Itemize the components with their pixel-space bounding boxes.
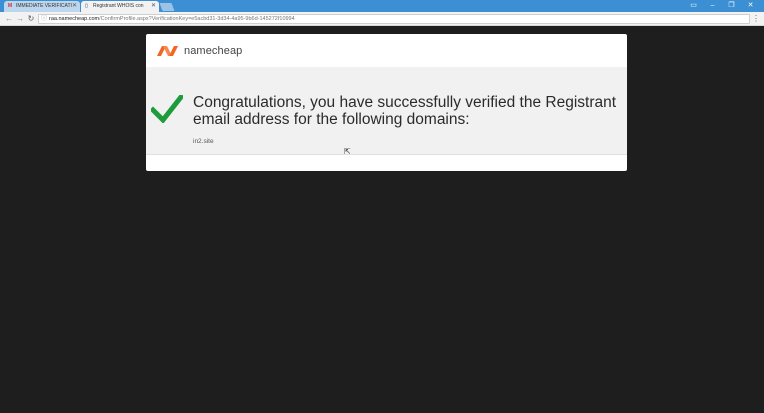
browser-toolbar: ← → ↻ ⓘ raa.namecheap.com/ConfirmProfile.… [0,12,764,26]
info-icon[interactable]: ⓘ [41,15,47,23]
logo-text: namecheap [184,45,243,57]
reload-icon[interactable]: ↻ [26,12,36,26]
tab-label: Registrant WHOIS con [93,3,144,9]
minimize-icon[interactable]: – [703,0,722,12]
success-band: Congratulations, you have successfully v… [146,67,627,155]
namecheap-logo: namecheap [155,44,242,58]
profile-icon[interactable]: ▭ [684,0,703,12]
checkmark-icon [151,95,183,123]
gmail-icon: M [8,3,13,9]
close-window-icon[interactable]: ✕ [741,0,760,12]
window-controls: ▭ – ❐ ✕ [684,0,760,12]
back-arrow-icon[interactable]: ← [4,12,14,26]
address-bar[interactable]: ⓘ raa.namecheap.com/ConfirmProfile.aspx?V… [38,14,750,24]
forward-arrow-icon[interactable]: → [15,12,25,26]
url-path: /ConfirmProfile.aspx?VerificationKey=e5a… [99,16,295,22]
close-tab-icon[interactable]: ✕ [151,1,156,12]
menu-icon[interactable]: ⋮ [752,12,760,26]
namecheap-logo-icon [157,46,178,56]
tab-label: IMMEDIATE VERIFICATI [16,3,72,9]
browser-titlebar: M IMMEDIATE VERIFICATI ✕ ▯ Registrant WHOI… [0,0,764,12]
new-tab-button[interactable] [159,3,175,11]
success-message: Congratulations, you have successfully v… [193,94,617,128]
url-host: raa.namecheap.com [49,16,100,22]
close-tab-icon[interactable]: ✕ [72,1,77,12]
tab-registrant-whois[interactable]: ▯ Registrant WHOIS con ✕ [81,1,159,12]
domain-item: in2.site [193,138,214,145]
mouse-cursor-icon: ⇱ [344,147,351,156]
page-icon: ▯ [85,3,88,9]
verification-card: namecheap Congratulations, you have succ… [146,34,627,171]
maximize-icon[interactable]: ❐ [722,0,741,12]
tab-gmail[interactable]: M IMMEDIATE VERIFICATI ✕ [4,1,80,12]
